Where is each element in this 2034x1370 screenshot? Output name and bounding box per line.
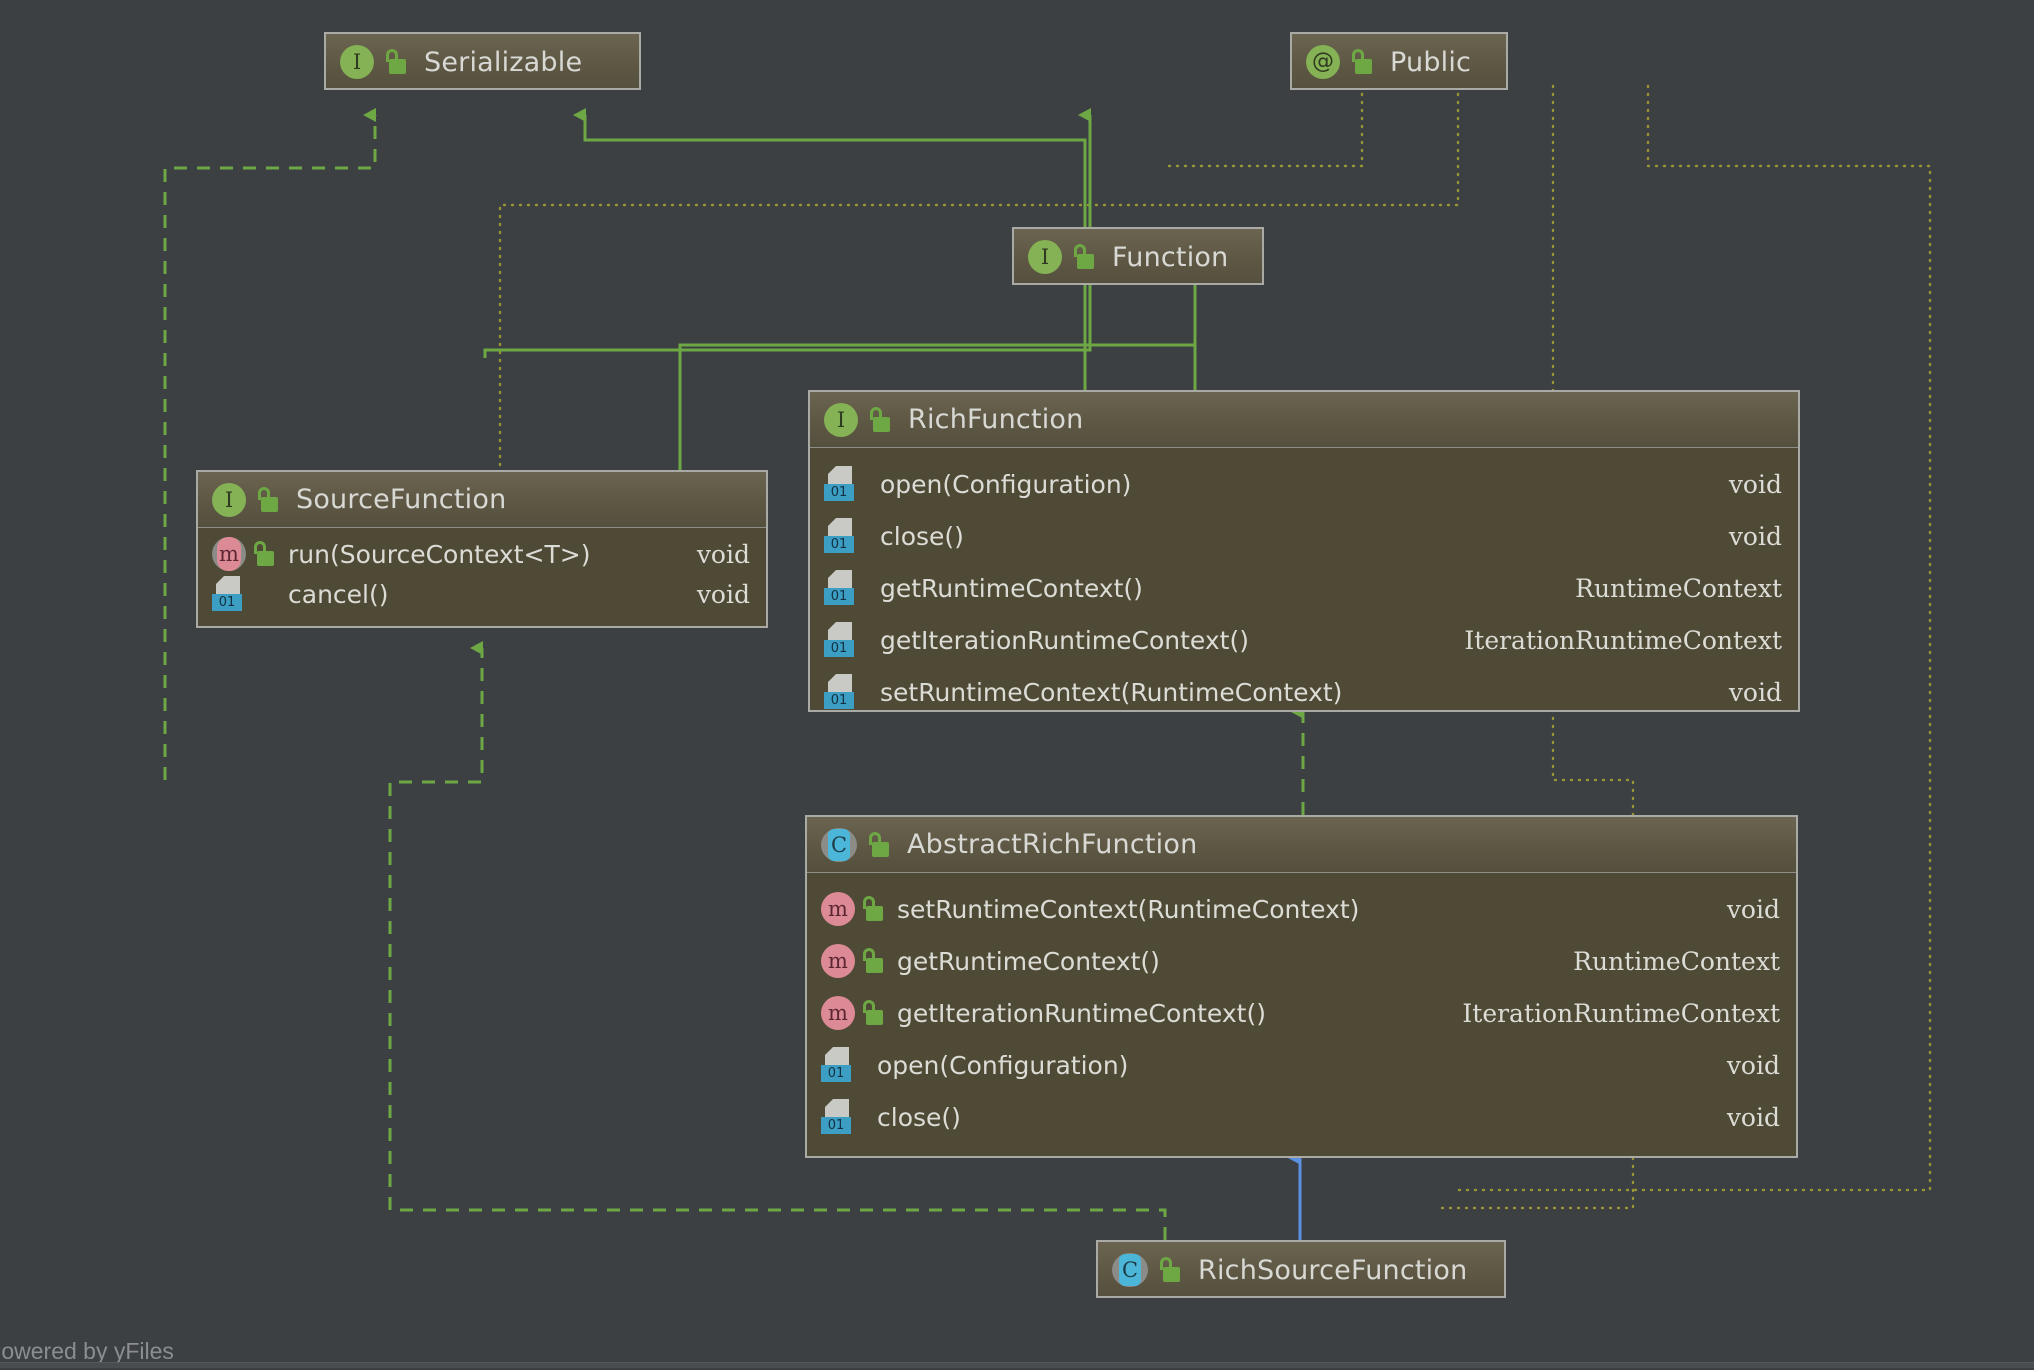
node-header: C AbstractRichFunction <box>807 817 1796 873</box>
node-members: 01 open(Configuration) void 01 close() v… <box>810 448 1798 710</box>
abstract-doc-icon: 01 <box>824 466 858 502</box>
class-icon: C <box>1112 1253 1148 1287</box>
member-row[interactable]: m run(SourceContext<T>) void <box>198 534 766 574</box>
node-abstractrichfunction[interactable]: C AbstractRichFunction m setRuntimeConte… <box>805 815 1798 1158</box>
node-title: RichFunction <box>908 404 1084 435</box>
member-name: open(Configuration) <box>880 469 1132 499</box>
node-richsourcefunction[interactable]: C RichSourceFunction <box>1096 1240 1506 1298</box>
member-type: RuntimeContext <box>1575 573 1782 603</box>
member-name: cancel() <box>288 579 389 609</box>
member-type: void <box>1728 677 1782 707</box>
node-members: m setRuntimeContext(RuntimeContext) void… <box>807 873 1796 1151</box>
annotation-icon: @ <box>1306 45 1340 79</box>
method-icon: m <box>821 996 855 1030</box>
member-name: getIterationRuntimeContext() <box>897 998 1266 1028</box>
node-header: I Function <box>1014 229 1262 283</box>
node-public[interactable]: @ Public <box>1290 32 1508 90</box>
interface-icon: I <box>824 402 858 437</box>
member-type: void <box>1726 894 1780 924</box>
member-row[interactable]: 01 open(Configuration) void <box>810 458 1798 510</box>
node-title: AbstractRichFunction <box>907 829 1198 860</box>
member-row[interactable]: 01 open(Configuration) void <box>807 1039 1796 1091</box>
node-header: @ Public <box>1292 34 1506 88</box>
unlock-icon <box>1158 1257 1182 1283</box>
member-row[interactable]: 01 getIterationRuntimeContext() Iteratio… <box>810 614 1798 666</box>
member-name: getIterationRuntimeContext() <box>880 625 1249 655</box>
method-icon: m <box>821 892 855 926</box>
member-type: void <box>696 539 750 569</box>
bottom-rule <box>0 1362 2034 1368</box>
unlock-icon <box>861 896 885 922</box>
member-type: void <box>1726 1102 1780 1132</box>
yfiles-watermark: Powered by yFiles <box>0 1338 174 1364</box>
member-type: void <box>696 579 750 609</box>
interface-icon: I <box>1028 240 1062 274</box>
unlock-icon <box>384 49 408 75</box>
member-row[interactable]: m getRuntimeContext() RuntimeContext <box>807 935 1796 987</box>
member-type: IterationRuntimeContext <box>1464 625 1782 655</box>
member-name: setRuntimeContext(RuntimeContext) <box>897 894 1360 924</box>
member-type: void <box>1728 469 1782 499</box>
unlock-icon <box>861 948 885 974</box>
unlock-icon <box>868 406 892 433</box>
diagram-canvas[interactable]: I Serializable @ Public I Function I Sou… <box>0 0 2034 1370</box>
member-row[interactable]: 01 close() void <box>810 510 1798 562</box>
abstract-method-icon: m <box>212 537 246 571</box>
member-row[interactable]: 01 cancel() void <box>198 574 766 614</box>
member-type: void <box>1728 521 1782 551</box>
abstract-doc-icon: 01 <box>824 622 858 658</box>
member-type: RuntimeContext <box>1573 946 1780 976</box>
abstract-doc-icon: 01 <box>821 1047 855 1083</box>
node-serializable[interactable]: I Serializable <box>324 32 641 90</box>
node-header: I Serializable <box>326 34 639 88</box>
node-title: Serializable <box>424 46 583 78</box>
abstract-doc-icon: 01 <box>212 576 246 612</box>
member-name: getRuntimeContext() <box>880 573 1143 603</box>
interface-icon: I <box>212 482 246 517</box>
member-name: close() <box>877 1102 961 1132</box>
node-title: SourceFunction <box>296 484 507 515</box>
node-sourcefunction[interactable]: I SourceFunction m run(SourceContext<T>) <box>196 470 768 628</box>
member-row[interactable]: 01 getRuntimeContext() RuntimeContext <box>810 562 1798 614</box>
node-header: C RichSourceFunction <box>1098 1242 1504 1296</box>
unlock-icon <box>256 486 280 513</box>
unlock-icon <box>861 1000 885 1026</box>
interface-icon: I <box>340 45 374 79</box>
member-name: run(SourceContext<T>) <box>288 539 591 569</box>
class-icon: C <box>821 827 857 862</box>
member-name: open(Configuration) <box>877 1050 1129 1080</box>
node-function[interactable]: I Function <box>1012 227 1264 285</box>
node-title: Public <box>1390 46 1472 78</box>
member-row[interactable]: m getIterationRuntimeContext() Iteration… <box>807 987 1796 1039</box>
member-row[interactable]: 01 setRuntimeContext(RuntimeContext) voi… <box>810 666 1798 710</box>
member-type: IterationRuntimeContext <box>1462 998 1780 1028</box>
abstract-doc-icon: 01 <box>824 674 858 710</box>
node-header: I RichFunction <box>810 392 1798 448</box>
node-members: m run(SourceContext<T>) void 01 cancel()… <box>198 528 766 622</box>
unlock-icon <box>1072 244 1096 270</box>
method-icon: m <box>821 944 855 978</box>
unlock-icon <box>1350 49 1374 75</box>
node-header: I SourceFunction <box>198 472 766 528</box>
abstract-doc-icon: 01 <box>824 570 858 606</box>
unlock-icon <box>252 541 276 567</box>
member-name: setRuntimeContext(RuntimeContext) <box>880 677 1343 707</box>
member-row[interactable]: m setRuntimeContext(RuntimeContext) void <box>807 883 1796 935</box>
member-name: close() <box>880 521 964 551</box>
member-name: getRuntimeContext() <box>897 946 1160 976</box>
member-type: void <box>1726 1050 1780 1080</box>
unlock-icon <box>867 831 891 858</box>
abstract-doc-icon: 01 <box>824 518 858 554</box>
member-row[interactable]: 01 close() void <box>807 1091 1796 1143</box>
node-title: RichSourceFunction <box>1198 1254 1468 1286</box>
node-title: Function <box>1112 241 1229 273</box>
node-richfunction[interactable]: I RichFunction 01 open(Configuration) vo… <box>808 390 1800 712</box>
abstract-doc-icon: 01 <box>821 1099 855 1135</box>
